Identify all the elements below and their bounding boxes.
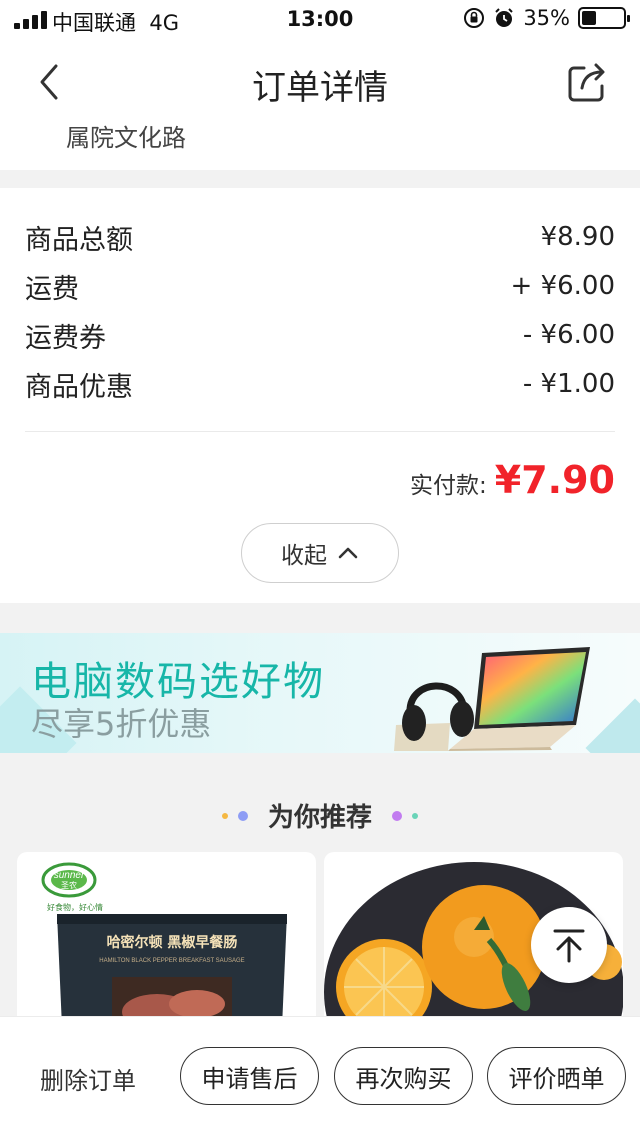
recommend-title: 为你推荐 <box>267 803 372 833</box>
brand-logo-text: sunner <box>54 870 85 881</box>
share-icon <box>568 63 605 102</box>
arrow-up-icon <box>553 929 585 963</box>
amount-paid: 实付款: ¥7.90 <box>410 458 615 502</box>
price-row-shipping: 运费 + ¥6.00 <box>25 266 615 306</box>
bottom-action-bar: 删除订单 申请售后 再次购买 评价晒单 <box>0 1016 640 1136</box>
price-value: - ¥6.00 <box>522 320 615 350</box>
recommend-section: 为你推荐 sunner 圣农 好食物，好心情 哈密尔顿 黑椒早餐肠 HAMILT… <box>0 765 640 1027</box>
back-to-top-button[interactable] <box>531 907 607 983</box>
amount-paid-value: ¥7.90 <box>494 458 615 502</box>
price-summary: 商品总额 ¥8.90 运费 + ¥6.00 运费券 - ¥6.00 商品优惠 -… <box>0 188 640 603</box>
chevron-up-icon <box>338 547 358 559</box>
share-button[interactable] <box>564 60 612 106</box>
amount-paid-label: 实付款: <box>410 473 487 499</box>
price-label: 运费 <box>25 273 79 305</box>
product-name-en: HAMILTON BLACK PEPPER BREAKFAST SAUSAGE <box>99 958 244 964</box>
price-value: ¥8.90 <box>540 222 615 252</box>
status-bar: 中国联通 4G 13:00 35% <box>0 0 640 40</box>
brand-tagline: 好食物，好心情 <box>47 902 103 912</box>
product-card[interactable]: sunner 圣农 好食物，好心情 哈密尔顿 黑椒早餐肠 HAMILTON BL… <box>17 852 316 1027</box>
price-label: 运费券 <box>25 322 106 354</box>
collapse-button[interactable]: 收起 <box>241 523 399 583</box>
after-sale-button[interactable]: 申请售后 <box>180 1047 319 1105</box>
sausage-product-image: sunner 圣农 好食物，好心情 哈密尔顿 黑椒早餐肠 HAMILTON BL… <box>41 862 287 1027</box>
banner-subtitle: 尽享5折优惠 <box>31 705 212 743</box>
rebuy-button[interactable]: 再次购买 <box>334 1047 473 1105</box>
price-value: + ¥6.00 <box>510 271 615 301</box>
battery-percent: 35% <box>523 6 570 30</box>
product-name: 哈密尔顿 黑椒早餐肠 <box>107 934 238 951</box>
recommend-header: 为你推荐 <box>0 797 640 834</box>
promo-banner[interactable]: 电脑数码选好物 尽享5折优惠 <box>0 633 640 753</box>
rotation-lock-icon <box>464 8 485 28</box>
delete-order-button[interactable]: 删除订单 <box>40 1061 136 1096</box>
alarm-icon <box>495 8 514 27</box>
brand-logo-cn: 圣农 <box>61 880 77 890</box>
page-title: 订单详情 <box>252 68 388 108</box>
laptop-headphones-image <box>394 647 590 751</box>
address-text: 属院文化路 <box>66 124 186 152</box>
address-section: 属院文化路 <box>0 110 640 170</box>
divider <box>25 431 615 432</box>
price-row-subtotal: 商品总额 ¥8.90 <box>25 217 615 257</box>
price-label: 商品优惠 <box>25 371 133 403</box>
price-value: - ¥1.00 <box>522 369 615 399</box>
review-button[interactable]: 评价晒单 <box>487 1047 626 1105</box>
price-label: 商品总额 <box>25 224 133 256</box>
battery-icon <box>578 7 630 29</box>
price-row-shipping-coupon: 运费券 - ¥6.00 <box>25 315 615 355</box>
collapse-label: 收起 <box>281 543 327 569</box>
price-row-discount: 商品优惠 - ¥1.00 <box>25 364 615 404</box>
